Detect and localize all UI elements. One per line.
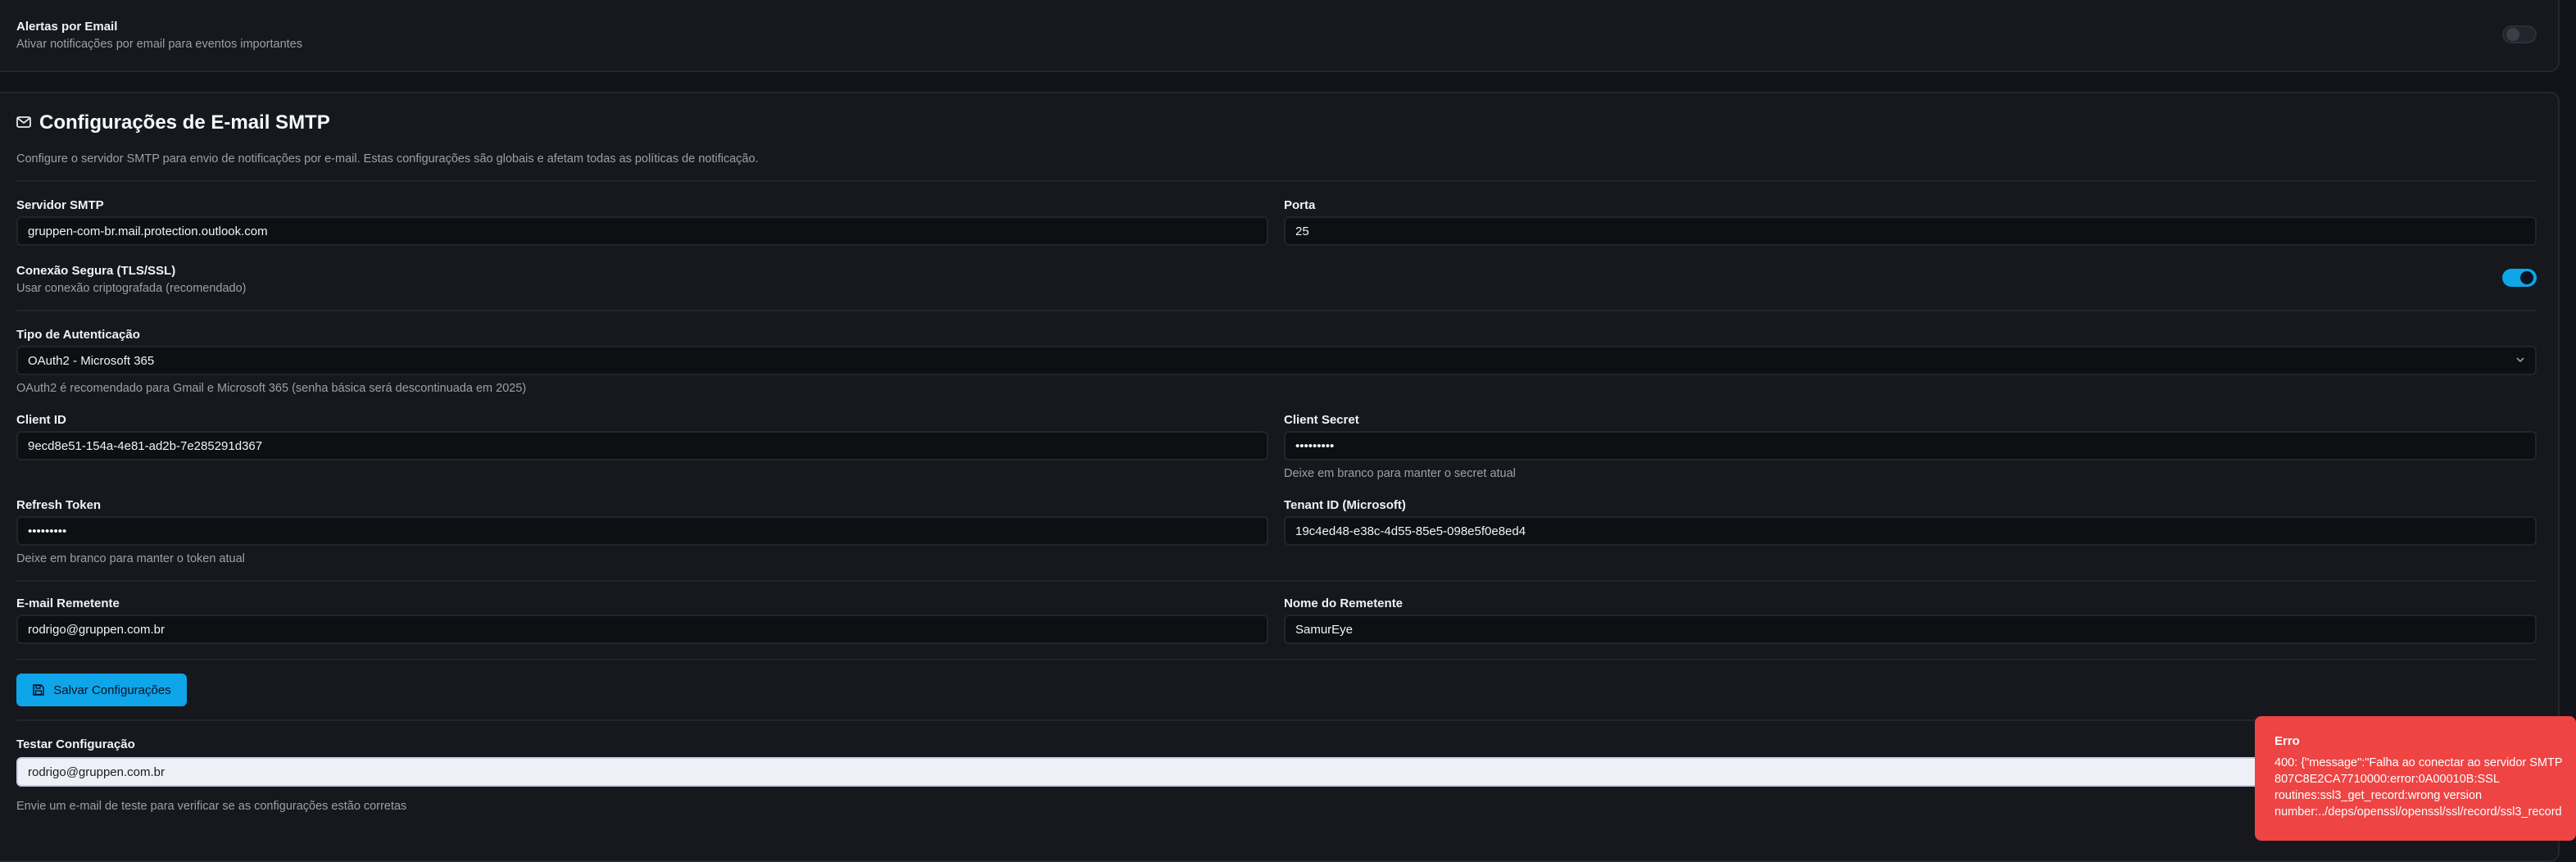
error-toast-title: Erro — [2274, 734, 2300, 748]
divider — [16, 659, 2537, 660]
smtp-title: Configurações de E-mail SMTP — [39, 111, 330, 134]
auth-type-label: Tipo de Autenticação — [16, 328, 140, 342]
error-toast-message-line: routines:ssl3_get_record:wrong version — [2274, 789, 2483, 802]
secure-connection-label: Conexão Segura (TLS/SSL) — [16, 264, 176, 278]
save-settings-label: Salvar Configurações — [53, 683, 171, 697]
test-config-help: Envie um e-mail de teste para verificar … — [16, 800, 407, 813]
smtp-settings-card: Configurações de E-mail SMTP Configure o… — [0, 92, 2560, 862]
port-input[interactable]: 25 — [1284, 216, 2537, 246]
refresh-token-label: Refresh Token — [16, 498, 102, 512]
sender-name-label: Nome do Remetente — [1284, 597, 1404, 610]
divider — [16, 180, 2537, 182]
tenant-id-input[interactable]: 19c4ed48-e38c-4d55-85e5-098e5f0e8ed4 — [1284, 516, 2537, 546]
smtp-description: Configure o servidor SMTP para envio de … — [16, 152, 759, 166]
divider — [16, 310, 2537, 311]
test-email-input[interactable]: rodrigo@gruppen.com.br — [16, 757, 2537, 787]
sender-name-input[interactable]: SamurEye — [1284, 615, 2537, 644]
secure-connection-description: Usar conexão criptografada (recomendado) — [16, 282, 247, 295]
refresh-token-input[interactable]: ••••••••• — [16, 516, 1268, 546]
tenant-id-label: Tenant ID (Microsoft) — [1284, 498, 1406, 512]
refresh-token-help: Deixe em branco para manter o token atua… — [16, 552, 245, 565]
auth-type-value: OAuth2 - Microsoft 365 — [28, 353, 155, 368]
client-id-input[interactable]: 9ecd8e51-154a-4e81-ad2b-7e285291d367 — [16, 431, 1268, 460]
auth-type-select[interactable]: OAuth2 - Microsoft 365 — [16, 346, 2537, 375]
error-toast-message-line: 400: {"message":"Falha ao conectar ao se… — [2274, 756, 2563, 769]
client-secret-input[interactable]: ••••••••• — [1284, 431, 2537, 460]
client-secret-label: Client Secret — [1284, 413, 1359, 427]
client-secret-help: Deixe em branco para manter o secret atu… — [1284, 467, 1516, 480]
test-config-label: Testar Configuração — [16, 737, 135, 751]
port-label: Porta — [1284, 198, 1316, 212]
mail-icon — [16, 116, 31, 128]
divider — [16, 719, 2537, 721]
smtp-server-label: Servidor SMTP — [16, 198, 104, 212]
email-alerts-toggle[interactable] — [2502, 25, 2537, 43]
save-icon — [33, 684, 45, 696]
sender-email-label: E-mail Remetente — [16, 597, 120, 610]
toggle-knob — [2520, 271, 2533, 284]
client-id-label: Client ID — [16, 413, 66, 427]
toggle-knob — [2506, 28, 2519, 41]
email-alerts-card: Alertas por Email Ativar notificações po… — [0, 0, 2560, 72]
auth-type-help: OAuth2 é recomendado para Gmail e Micros… — [16, 382, 527, 395]
error-toast-message-line: 807C8E2CA7710000:error:0A00010B:SSL — [2274, 773, 2500, 786]
save-settings-button[interactable]: Salvar Configurações — [16, 674, 187, 706]
smtp-server-input[interactable]: gruppen-com-br.mail.protection.outlook.c… — [16, 216, 1268, 246]
chevron-down-icon — [2516, 357, 2524, 363]
email-alerts-description: Ativar notificações por email para event… — [16, 38, 302, 51]
error-toast[interactable]: Erro 400: {"message":"Falha ao conectar … — [2255, 716, 2576, 841]
divider — [16, 580, 2537, 582]
error-toast-message-line: number:../deps/openssl/openssl/ssl/recor… — [2274, 805, 2562, 819]
sender-email-input[interactable]: rodrigo@gruppen.com.br — [16, 615, 1268, 644]
email-alerts-title: Alertas por Email — [16, 20, 118, 34]
secure-connection-toggle[interactable] — [2502, 269, 2537, 287]
